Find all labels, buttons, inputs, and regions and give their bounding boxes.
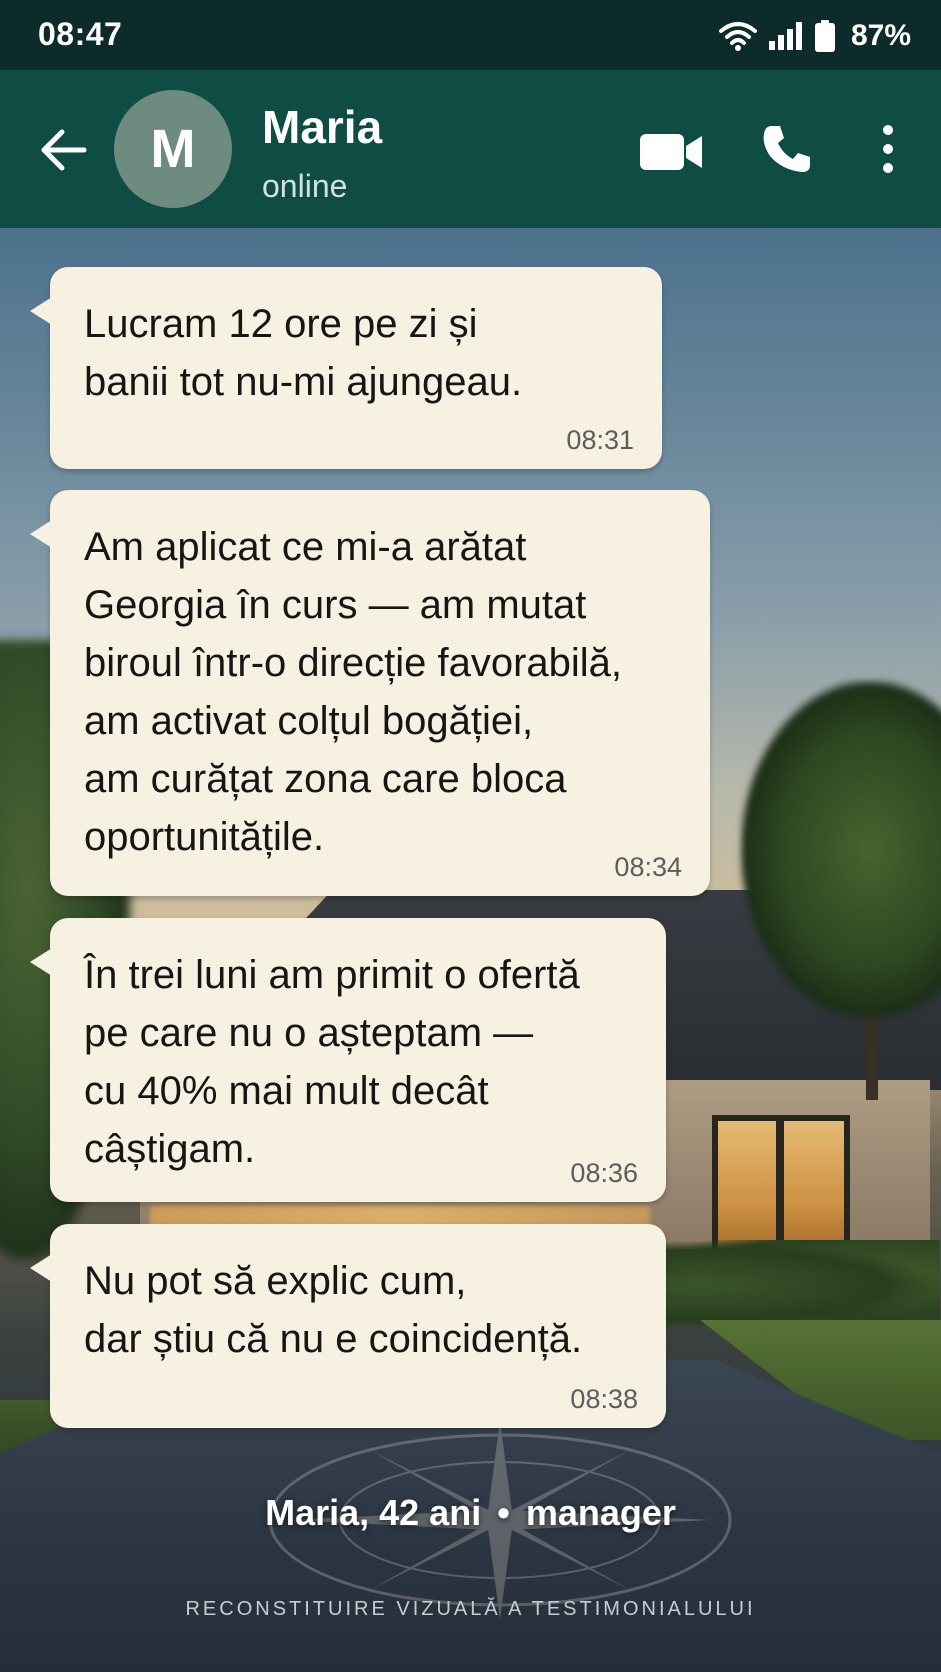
message-text-line: câștigam. xyxy=(84,1127,256,1171)
message-bubble[interactable]: Am aplicat ce mi-a arătat Georgia în cur… xyxy=(30,490,710,896)
more-vert-icon[interactable] xyxy=(872,122,904,176)
status-icons: 87% xyxy=(718,16,911,56)
message-time: 08:36 xyxy=(570,1158,638,1188)
status-bar: 08:47 87% xyxy=(0,0,941,70)
message-text-line: Georgia în curs — am mutat xyxy=(84,583,587,627)
caption-person: Maria, 42 ani xyxy=(265,1492,482,1533)
status-time: 08:47 xyxy=(38,16,123,52)
phone-icon[interactable] xyxy=(760,122,814,176)
chat-screen: 08:47 87% M Maria online Lucram 12 ore p… xyxy=(0,0,941,1672)
avatar[interactable]: M xyxy=(114,90,232,208)
back-arrow-icon[interactable] xyxy=(36,122,92,178)
message-time: 08:38 xyxy=(570,1384,638,1414)
chat-header: M Maria online xyxy=(0,70,941,228)
message-text-line: am curățat zona care bloca xyxy=(84,757,567,801)
message-time: 08:34 xyxy=(614,852,682,882)
message-bubble[interactable]: În trei luni am primit o ofertă pe care … xyxy=(30,918,666,1202)
message-time: 08:31 xyxy=(566,425,634,455)
avatar-initial: M xyxy=(150,119,196,179)
message-text-line: dar știu că nu e coincidență. xyxy=(84,1317,583,1361)
contact-name[interactable]: Maria xyxy=(262,100,382,154)
contact-status: online xyxy=(262,168,348,204)
message-text-line: Lucram 12 ore pe zi și xyxy=(84,302,478,346)
message-bubble[interactable]: Lucram 12 ore pe zi și banii tot nu-mi a… xyxy=(30,267,662,469)
footnote: RECONSTITUIRE VIZUALĂ A TESTIMONIALULUI xyxy=(185,1598,756,1620)
message-text-line: Am aplicat ce mi-a arătat xyxy=(84,525,527,569)
message-text-line: pe care nu o așteptam — xyxy=(84,1011,534,1055)
caption-separator: • xyxy=(497,1492,510,1533)
message-text-line: Nu pot să explic cum, xyxy=(84,1259,467,1303)
testimonial-caption: Maria, 42 ani • manager xyxy=(0,1492,941,1534)
message-text-line: În trei luni am primit o ofertă xyxy=(84,953,580,997)
message-bubble[interactable]: Nu pot să explic cum, dar știu că nu e c… xyxy=(30,1224,666,1428)
message-text-line: biroul într-o direcție favorabilă, xyxy=(84,641,623,685)
signal-icon xyxy=(768,22,802,50)
message-text-line: banii tot nu-mi ajungeau. xyxy=(84,360,523,404)
battery-percent: 87% xyxy=(850,19,911,52)
wifi-icon xyxy=(718,22,757,51)
message-text-line: oportunitățile. xyxy=(84,815,325,859)
message-text-line: cu 40% mai mult decât xyxy=(84,1069,489,1113)
video-call-icon[interactable] xyxy=(640,130,704,174)
message-text-line: am activat colțul bogăției, xyxy=(84,699,534,743)
caption-role: manager xyxy=(525,1492,676,1533)
battery-icon xyxy=(814,20,835,52)
